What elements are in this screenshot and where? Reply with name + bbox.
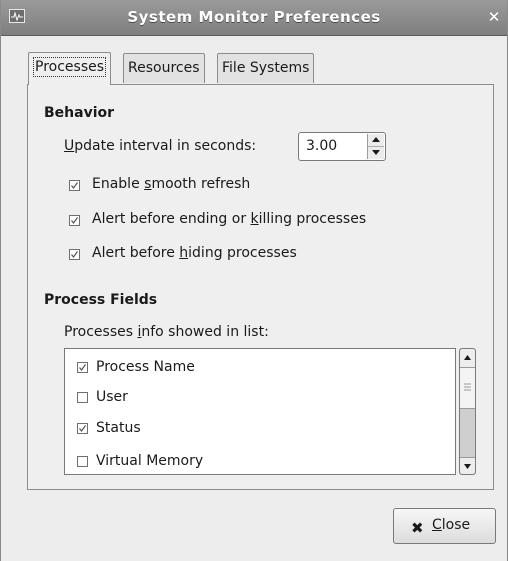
list-item[interactable]: User — [65, 383, 455, 413]
list-item[interactable]: Status — [65, 414, 455, 444]
mnemonic: U — [64, 138, 75, 154]
preferences-window: System Monitor Preferences ✕ Processes R… — [0, 0, 508, 561]
window-close-icon[interactable]: ✕ — [487, 10, 501, 25]
field-checkbox[interactable] — [77, 362, 88, 373]
alert-hide-label[interactable]: Alert before hiding processes — [92, 245, 297, 261]
checkmark-icon — [71, 251, 78, 258]
mnemonic: C — [432, 517, 442, 533]
field-checkbox[interactable] — [77, 423, 88, 434]
field-checkbox[interactable] — [77, 456, 88, 467]
label-text: Alert before ending or — [92, 211, 251, 227]
spin-up-button[interactable] — [368, 134, 384, 147]
list-item[interactable]: Virtual Memory — [65, 447, 455, 474]
tab-label: File Systems — [222, 60, 310, 76]
label-text: nfo showed in list: — [141, 324, 269, 340]
field-label: Process Name — [96, 359, 195, 375]
alert-kill-label[interactable]: Alert before ending or killing processes — [92, 211, 366, 227]
label-text: Alert before — [92, 245, 180, 261]
close-label: Close — [432, 517, 470, 533]
field-label: User — [96, 389, 128, 405]
label-text: Processes — [64, 324, 138, 340]
process-info-label: Processes info showed in list: — [64, 324, 269, 340]
process-fields-heading: Process Fields — [44, 292, 158, 308]
alert-hide-checkbox[interactable] — [69, 249, 80, 260]
field-checkbox[interactable] — [77, 392, 88, 403]
arrow-down-icon — [372, 150, 380, 155]
label-text: lose — [441, 517, 471, 533]
list-item[interactable]: Process Name — [65, 353, 455, 383]
checkmark-icon — [71, 182, 78, 189]
arrow-up-icon — [464, 355, 471, 360]
smooth-refresh-checkbox[interactable] — [69, 180, 80, 191]
arrow-up-icon — [372, 137, 380, 142]
close-button[interactable]: ✖ Close — [393, 508, 496, 544]
scroll-thumb[interactable] — [460, 368, 475, 409]
checkmark-icon — [79, 425, 86, 432]
checkmark-icon — [79, 364, 86, 371]
checkmark-icon — [71, 217, 78, 224]
window-title: System Monitor Preferences — [127, 8, 381, 26]
update-interval-spinner[interactable]: 3.00 — [298, 132, 386, 161]
process-fields-list[interactable]: Process Name User Status Virtual Memory — [64, 348, 456, 475]
title-bar[interactable]: System Monitor Preferences ✕ — [1, 0, 507, 36]
spinner-buttons — [367, 134, 384, 159]
list-scrollbar[interactable] — [459, 348, 476, 475]
behavior-heading: Behavior — [44, 105, 115, 121]
tab-label: Processes — [33, 57, 107, 77]
label-text: illing processes — [258, 211, 367, 227]
arrow-down-icon — [464, 464, 471, 469]
mnemonic: k — [250, 211, 259, 227]
spin-down-button[interactable] — [368, 147, 384, 159]
field-label: Status — [96, 420, 141, 436]
label-text: iding processes — [188, 245, 297, 261]
tab-file-systems[interactable]: File Systems — [217, 53, 315, 83]
label-text: pdate interval in seconds: — [74, 138, 257, 154]
scroll-up-button[interactable] — [460, 349, 475, 368]
x-icon: ✖ — [411, 519, 424, 537]
update-interval-value[interactable]: 3.00 — [306, 138, 337, 154]
label-text: Enable — [92, 176, 145, 192]
tab-resources[interactable]: Resources — [123, 53, 205, 83]
tab-label: Resources — [128, 60, 200, 76]
tab-processes[interactable]: Processes — [28, 52, 112, 85]
field-label: Virtual Memory — [96, 453, 204, 469]
alert-kill-checkbox[interactable] — [69, 215, 80, 226]
label-text: mooth refresh — [151, 176, 251, 192]
mnemonic: h — [179, 245, 189, 261]
update-interval-label: Update interval in seconds: — [64, 138, 256, 154]
scroll-down-button[interactable] — [460, 457, 475, 474]
smooth-refresh-label[interactable]: Enable smooth refresh — [92, 176, 250, 192]
grip-icon — [464, 383, 471, 391]
